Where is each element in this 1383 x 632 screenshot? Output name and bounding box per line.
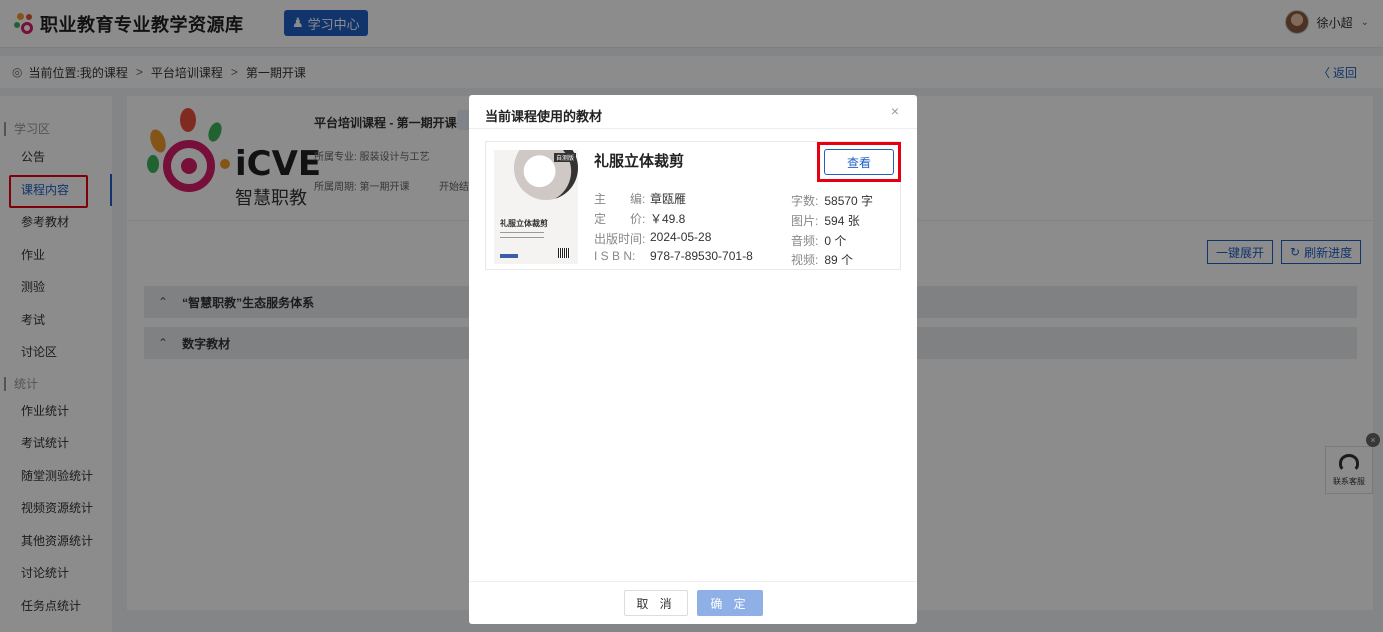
cover-lines <box>500 232 544 238</box>
book-editor: 主 编: 章瓯雁 <box>594 190 686 207</box>
book-video: 视频: 89 个 <box>791 251 853 268</box>
audio-value: 0 个 <box>824 234 847 248</box>
publisher-logo <box>500 254 518 258</box>
book-words: 字数: 58570 字 <box>791 192 873 209</box>
modal-title: 当前课程使用的教材 <box>485 109 603 124</box>
video-label: 视频: <box>791 253 819 267</box>
images-value: 594 张 <box>824 214 860 228</box>
date-value: 2024-05-28 <box>650 230 712 244</box>
words-value: 58570 字 <box>824 194 874 208</box>
book-price: 定 价: ￥49.8 <box>594 210 685 227</box>
audio-label: 音频: <box>791 234 819 248</box>
book-images: 图片: 594 张 <box>791 212 860 229</box>
view-button[interactable]: 查看 <box>824 149 894 175</box>
price-value: ￥49.8 <box>650 212 686 226</box>
book-card: 自测版 礼服立体裁剪 礼服立体裁剪 查看 主 编: 章瓯雁 定 价: ￥49.8… <box>485 141 901 270</box>
barcode-icon <box>558 248 570 258</box>
book-cover[interactable]: 自测版 礼服立体裁剪 <box>494 150 578 264</box>
isbn-value: 978-7-89530-701-8 <box>650 249 753 263</box>
textbook-modal: 当前课程使用的教材 × 自测版 礼服立体裁剪 礼服立体裁剪 查看 主 编: 章瓯… <box>469 95 917 624</box>
words-label: 字数: <box>791 194 819 208</box>
images-label: 图片: <box>791 214 819 228</box>
price-label: 定 价: <box>594 212 646 226</box>
cancel-button[interactable]: 取 消 <box>624 590 688 616</box>
editor-label: 主 编: <box>594 192 646 206</box>
close-icon[interactable]: × <box>891 103 899 119</box>
book-date: 出版时间: 2024-05-28 <box>594 230 711 247</box>
video-value: 89 个 <box>824 253 854 267</box>
book-title: 礼服立体裁剪 <box>594 153 685 170</box>
isbn-label: I S B N: <box>594 249 636 263</box>
confirm-button[interactable]: 确 定 <box>697 590 763 616</box>
editor-value: 章瓯雁 <box>650 192 687 206</box>
divider <box>469 128 917 129</box>
date-label: 出版时间: <box>594 232 646 246</box>
book-audio: 音频: 0 个 <box>791 232 846 249</box>
divider <box>469 581 917 582</box>
book-isbn: I S B N: 978-7-89530-701-8 <box>594 249 753 263</box>
cover-title: 礼服立体裁剪 <box>500 219 548 228</box>
cover-badge: 自测版 <box>553 153 576 162</box>
